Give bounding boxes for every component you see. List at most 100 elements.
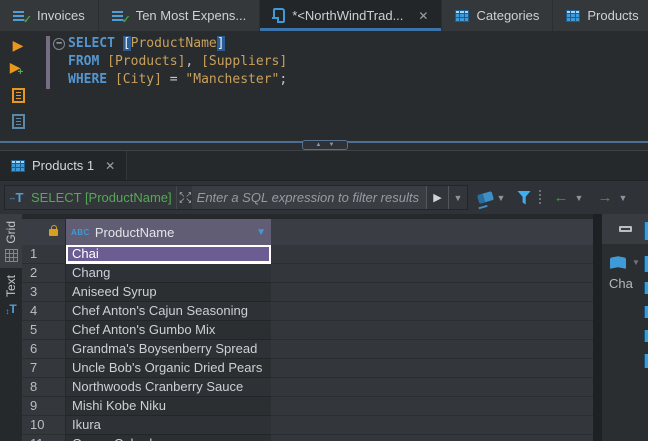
- row-value-cell[interactable]: Ikura: [66, 416, 271, 435]
- tab-grid-view[interactable]: Grid: [0, 214, 22, 268]
- tab-products-1[interactable]: Products 1 ✕: [0, 151, 127, 180]
- close-icon[interactable]: ✕: [105, 159, 115, 173]
- table-row[interactable]: 6 Grandma's Boysenberry Spread: [22, 340, 593, 359]
- row-number-cell[interactable]: 11: [22, 435, 66, 441]
- filters-menu-button[interactable]: [517, 185, 531, 210]
- row-empty-area: [271, 245, 593, 264]
- apply-filter-button[interactable]: ▶: [427, 186, 448, 209]
- filter-input[interactable]: [192, 186, 426, 209]
- data-grid: ABC ProductName ▼ 1 Chai 2 Chang 3: [22, 214, 593, 441]
- row-value-cell[interactable]: Chef Anton's Gumbo Mix: [66, 321, 271, 340]
- row-value-cell[interactable]: Mishi Kobe Niku: [66, 397, 271, 416]
- close-icon[interactable]: ✕: [418, 9, 428, 23]
- table-icon: [455, 10, 469, 22]
- tab-ten-most-expensive[interactable]: ✓ Ten Most Expens...: [99, 0, 261, 31]
- tab-products[interactable]: Products: [553, 0, 648, 31]
- value-format-selector[interactable]: ▼: [609, 256, 640, 269]
- column-menu-dropdown-icon[interactable]: ▼: [256, 227, 266, 238]
- row-empty-area: [271, 416, 593, 435]
- sql-code[interactable]: SELECT [ProductName]FROM [Products], [Su…: [68, 35, 287, 89]
- tab-invoices[interactable]: ✓ Invoices: [0, 0, 99, 31]
- row-empty-area: [271, 397, 593, 416]
- table-row[interactable]: 5 Chef Anton's Gumbo Mix: [22, 321, 593, 340]
- toolbar-drag-handle[interactable]: [539, 190, 541, 206]
- row-number-cell[interactable]: 1: [22, 245, 66, 264]
- table-row[interactable]: 3 Aniseed Syrup: [22, 283, 593, 302]
- row-value-cell[interactable]: Chang: [66, 264, 271, 283]
- table-row[interactable]: 2 Chang: [22, 264, 593, 283]
- fold-collapse-icon[interactable]: −: [53, 38, 65, 50]
- tab-text-view[interactable]: Text ↕T: [0, 268, 22, 322]
- row-value-cell[interactable]: Chef Anton's Cajun Seasoning: [66, 302, 271, 321]
- dbeaver-window: ✓ Invoices ✓ Ten Most Expens... *<NorthW…: [0, 0, 648, 441]
- minimize-panel-button[interactable]: [619, 226, 632, 232]
- explain-plan-button[interactable]: [12, 114, 25, 129]
- book-icon: [609, 256, 628, 269]
- table-row[interactable]: 9 Mishi Kobe Niku: [22, 397, 593, 416]
- erase-filter-dropdown[interactable]: ▼: [493, 185, 509, 210]
- collapse-up-icon[interactable]: ▲: [316, 142, 322, 148]
- sql-editor[interactable]: ▶ ▶+ − SELECT [ProductName]FROM [Product…: [0, 31, 648, 140]
- row-number-cell[interactable]: 9: [22, 397, 66, 416]
- editor-results-splitter[interactable]: ▲ ▼: [0, 140, 648, 150]
- filter-control: ↔T SELECT [ProductName] ↖↗↙↘ ▶ ▼: [4, 185, 468, 210]
- fetch-next-dropdown[interactable]: ▼: [615, 185, 631, 210]
- row-number-cell[interactable]: 5: [22, 321, 66, 340]
- tab-label: Invoices: [37, 8, 85, 23]
- table-row[interactable]: 4 Chef Anton's Cajun Seasoning: [22, 302, 593, 321]
- execute-script-button[interactable]: [12, 88, 25, 103]
- row-empty-area: [271, 359, 593, 378]
- table-row[interactable]: 7 Uncle Bob's Organic Dried Pears: [22, 359, 593, 378]
- edge-toolbar-icon[interactable]: [644, 306, 648, 318]
- row-number-cell[interactable]: 2: [22, 264, 66, 283]
- row-value-cell[interactable]: Queso Cabrales: [66, 435, 271, 441]
- edge-toolbar-icon[interactable]: [644, 354, 648, 368]
- edge-toolbar-icon[interactable]: [644, 222, 648, 240]
- row-number-cell[interactable]: 7: [22, 359, 66, 378]
- filter-history-dropdown[interactable]: ▼: [448, 186, 467, 209]
- splitter-handle[interactable]: ▲ ▼: [302, 140, 348, 150]
- table-row[interactable]: 11 Queso Cabrales: [22, 435, 593, 441]
- tab-categories[interactable]: Categories: [442, 0, 553, 31]
- row-number-cell[interactable]: 3: [22, 283, 66, 302]
- tab-label: Categories: [476, 8, 539, 23]
- tab-label: Products: [587, 8, 638, 23]
- edge-toolbar-icon[interactable]: [644, 282, 648, 294]
- row-value-cell[interactable]: Grandma's Boysenberry Spread: [66, 340, 271, 359]
- eraser-icon: [477, 191, 494, 204]
- edge-toolbar-icon[interactable]: [644, 330, 648, 342]
- edge-toolbar-icon[interactable]: [644, 256, 648, 272]
- fetch-previous-dropdown[interactable]: ▼: [571, 185, 587, 210]
- row-empty-area: [271, 340, 593, 359]
- results-tab-bar: Products 1 ✕: [0, 150, 648, 181]
- row-value-cell[interactable]: Aniseed Syrup: [66, 283, 271, 302]
- grid-corner-cell[interactable]: [22, 219, 66, 245]
- collapse-down-icon[interactable]: ▼: [329, 142, 335, 148]
- row-empty-area: [271, 302, 593, 321]
- table-row[interactable]: 1 Chai: [22, 245, 593, 264]
- execute-statement-button[interactable]: ▶: [13, 38, 24, 52]
- row-value-cell[interactable]: Uncle Bob's Organic Dried Pears: [66, 359, 271, 378]
- fetch-next-button[interactable]: →: [595, 185, 615, 210]
- table-row[interactable]: 8 Northwoods Cranberry Sauce: [22, 378, 593, 397]
- panel-divider[interactable]: [593, 214, 602, 441]
- row-value-cell[interactable]: Northwoods Cranberry Sauce: [66, 378, 271, 397]
- column-header-productname[interactable]: ABC ProductName ▼: [66, 219, 271, 245]
- grid-tab-label: Grid: [4, 221, 18, 244]
- execute-new-tab-button[interactable]: ▶+: [10, 60, 27, 77]
- tab-northwind-active[interactable]: *<NorthWindTrad... ✕: [260, 0, 442, 31]
- table-row[interactable]: 10 Ikura: [22, 416, 593, 435]
- format-dropdown-icon[interactable]: ▼: [632, 258, 640, 267]
- row-number-cell[interactable]: 6: [22, 340, 66, 359]
- row-number-cell[interactable]: 10: [22, 416, 66, 435]
- row-empty-area: [271, 283, 593, 302]
- row-number-cell[interactable]: 8: [22, 378, 66, 397]
- erase-filter-button[interactable]: [478, 185, 493, 210]
- table-icon: [11, 160, 25, 172]
- row-number-cell[interactable]: 4: [22, 302, 66, 321]
- expand-filter-icon[interactable]: ↖↗↙↘: [176, 186, 192, 209]
- fetch-previous-button[interactable]: ←: [551, 185, 571, 210]
- grid-view-icon: [5, 249, 18, 262]
- row-value-cell[interactable]: Chai: [66, 245, 271, 264]
- sql-script-icon: [273, 8, 285, 23]
